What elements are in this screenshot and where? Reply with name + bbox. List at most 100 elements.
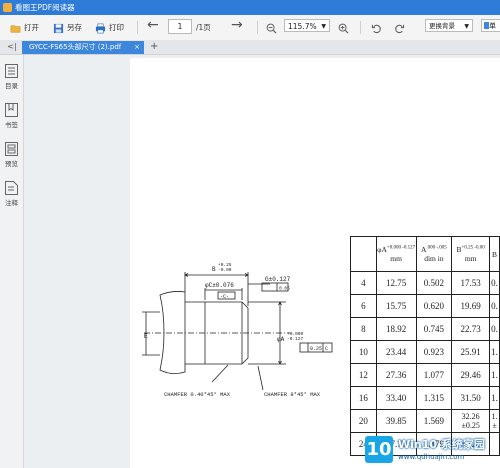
arrow-right-icon: → [231, 17, 243, 33]
open-button[interactable]: 打开 [10, 19, 39, 36]
table-cell: 0. [489, 294, 500, 318]
sidebar-item-bookmarks[interactable]: 书签 [0, 103, 23, 129]
save-as-label: 另存 [67, 23, 82, 32]
table-cell: 0.502 [415, 271, 453, 295]
single-page-button[interactable]: 单 [481, 19, 500, 32]
table-cell: 1. [489, 386, 500, 410]
page-number-input[interactable]: 1 [168, 19, 192, 34]
runout-frame: 0.25 C [310, 346, 328, 352]
rotate-left-button[interactable] [371, 19, 385, 36]
watermark: 10 Win10 系统家园 www.qdhuajin.com [362, 432, 500, 468]
sidebar-item-label: 书签 [5, 121, 18, 129]
table-row: 20 39.85 1.569 32.26 ±0.25 1. ± [350, 409, 500, 433]
table-cell: 22.73 [451, 317, 491, 341]
toolbar-divider [137, 21, 138, 34]
table-row: 6 15.75 0.620 19.69 0. [350, 294, 500, 318]
new-tab-button[interactable]: + [150, 40, 158, 54]
table-cell: 1.315 [415, 386, 453, 410]
change-background-select[interactable]: 更换背景 ▼ [425, 19, 473, 32]
tab-document[interactable]: GYCC-FS65头部尺寸 (2).pdf × [22, 41, 144, 54]
table-cell: 29.46 [451, 363, 491, 387]
prev-page-button[interactable]: ← [147, 17, 159, 34]
dim-g-label: G±0.127 [265, 276, 291, 283]
save-icon [53, 23, 64, 33]
watermark-url: www.qdhuajin.com [398, 453, 465, 461]
sidebar-item-label: 目录 [5, 82, 18, 90]
table-cell: 19.69 [451, 294, 491, 318]
chevron-down-icon: ▼ [321, 23, 326, 30]
table-cell: 31.50 [451, 386, 491, 410]
table-row: 12 27.36 1.077 29.46 1. [350, 363, 500, 387]
arrow-left-icon: ← [147, 17, 159, 33]
next-page-button[interactable]: → [231, 17, 243, 34]
sidebar-item-annotations[interactable]: 注释 [0, 181, 23, 207]
close-icon[interactable]: × [134, 41, 140, 54]
table-header: A.000 -.005 dim in [415, 236, 453, 272]
zoom-in-button[interactable] [338, 19, 352, 36]
single-page-label: 单 [489, 22, 496, 30]
table-header: φA+0.000 -0.127 mm [375, 236, 417, 272]
sidebar-item-toc[interactable]: 目录 [0, 64, 23, 90]
dim-a-tol-bot: -0.127 [287, 336, 304, 342]
table-header: B [489, 236, 500, 272]
table-cell: 10 [350, 340, 377, 364]
table-cell: 1. [489, 340, 500, 364]
zoom-value: 115.7% [288, 22, 317, 31]
table-cell: 8 [350, 317, 377, 341]
table-cell: 6 [350, 294, 377, 318]
zoom-select[interactable]: 115.7% ▼ [284, 19, 330, 32]
dim-c-label: φC±0.076 [205, 282, 234, 289]
table-header-row: φA+0.000 -0.127 mm A.000 -.005 dim in B+0.… [350, 236, 500, 272]
preview-icon [5, 142, 18, 156]
app-title: 看图王PDF阅读器 [15, 3, 75, 12]
table-cell: 17.53 [451, 271, 491, 295]
table-row: 8 18.92 0.745 22.73 0. [350, 317, 500, 341]
watermark-logo: 10 [365, 436, 393, 463]
chamfer-note-1: CHAMFER 0.40*45° MAX [164, 391, 231, 398]
rotate-right-icon [395, 24, 405, 33]
table-row: 16 33.40 1.315 31.50 1. [350, 386, 500, 410]
table-cell: 12 [350, 363, 377, 387]
datum-c-label: -C- [220, 294, 229, 300]
zoom-out-button[interactable] [266, 19, 280, 36]
table-cell: 39.85 [375, 409, 417, 433]
sidebar-item-label: 预览 [5, 160, 18, 168]
table-cell: 0.745 [415, 317, 453, 341]
sidebar-item-label: 注释 [5, 199, 18, 207]
open-label: 打开 [24, 23, 39, 32]
table-cell: 1.077 [415, 363, 453, 387]
table-cell: 0. [489, 271, 500, 295]
chevron-down-icon: ▼ [464, 23, 469, 30]
dim-a-label: φA [277, 336, 285, 343]
page-total: /1页 [196, 23, 211, 32]
print-label: 打印 [109, 23, 124, 32]
watermark-title: Win10 系统家园 [398, 438, 485, 451]
tolerance-frame-g: 0.05 [279, 286, 290, 292]
app-logo-icon [3, 3, 12, 12]
dim-b-label: B [212, 266, 216, 273]
table-cell: 20 [350, 409, 377, 433]
toolbar-divider [257, 21, 258, 34]
dimension-table: φA+0.000 -0.127 mm A.000 -.005 dim in B+0.… [350, 236, 500, 456]
table-cell: 4 [350, 271, 377, 295]
chamfer-note-2: CHAMFER 8*45° MAX [264, 391, 321, 398]
table-cell: 32.26 ±0.25 [451, 409, 491, 433]
table-cell: 1. ± [489, 409, 500, 433]
title-bar: 看图王PDF阅读器 [0, 0, 500, 15]
table-cell: 0.620 [415, 294, 453, 318]
table-cell: 33.40 [375, 386, 417, 410]
sidebar-collapse-button[interactable]: <| [4, 40, 20, 54]
save-as-button[interactable]: 另存 [53, 19, 82, 36]
table-cell: 23.44 [375, 340, 417, 364]
zoom-in-icon [338, 23, 349, 33]
table-cell: 16 [350, 386, 377, 410]
rotate-right-button[interactable] [394, 19, 408, 36]
printer-icon [95, 23, 106, 33]
table-header-blank [350, 236, 377, 272]
table-row: 10 23.44 0.923 25.91 1. [350, 340, 500, 364]
dim-b-tol-bot: -0.00 [218, 267, 232, 273]
bookmark-icon [5, 103, 18, 117]
sidebar-item-preview[interactable]: 预览 [0, 142, 23, 168]
toolbar-divider [360, 21, 361, 34]
print-button[interactable]: 打印 [95, 19, 124, 36]
